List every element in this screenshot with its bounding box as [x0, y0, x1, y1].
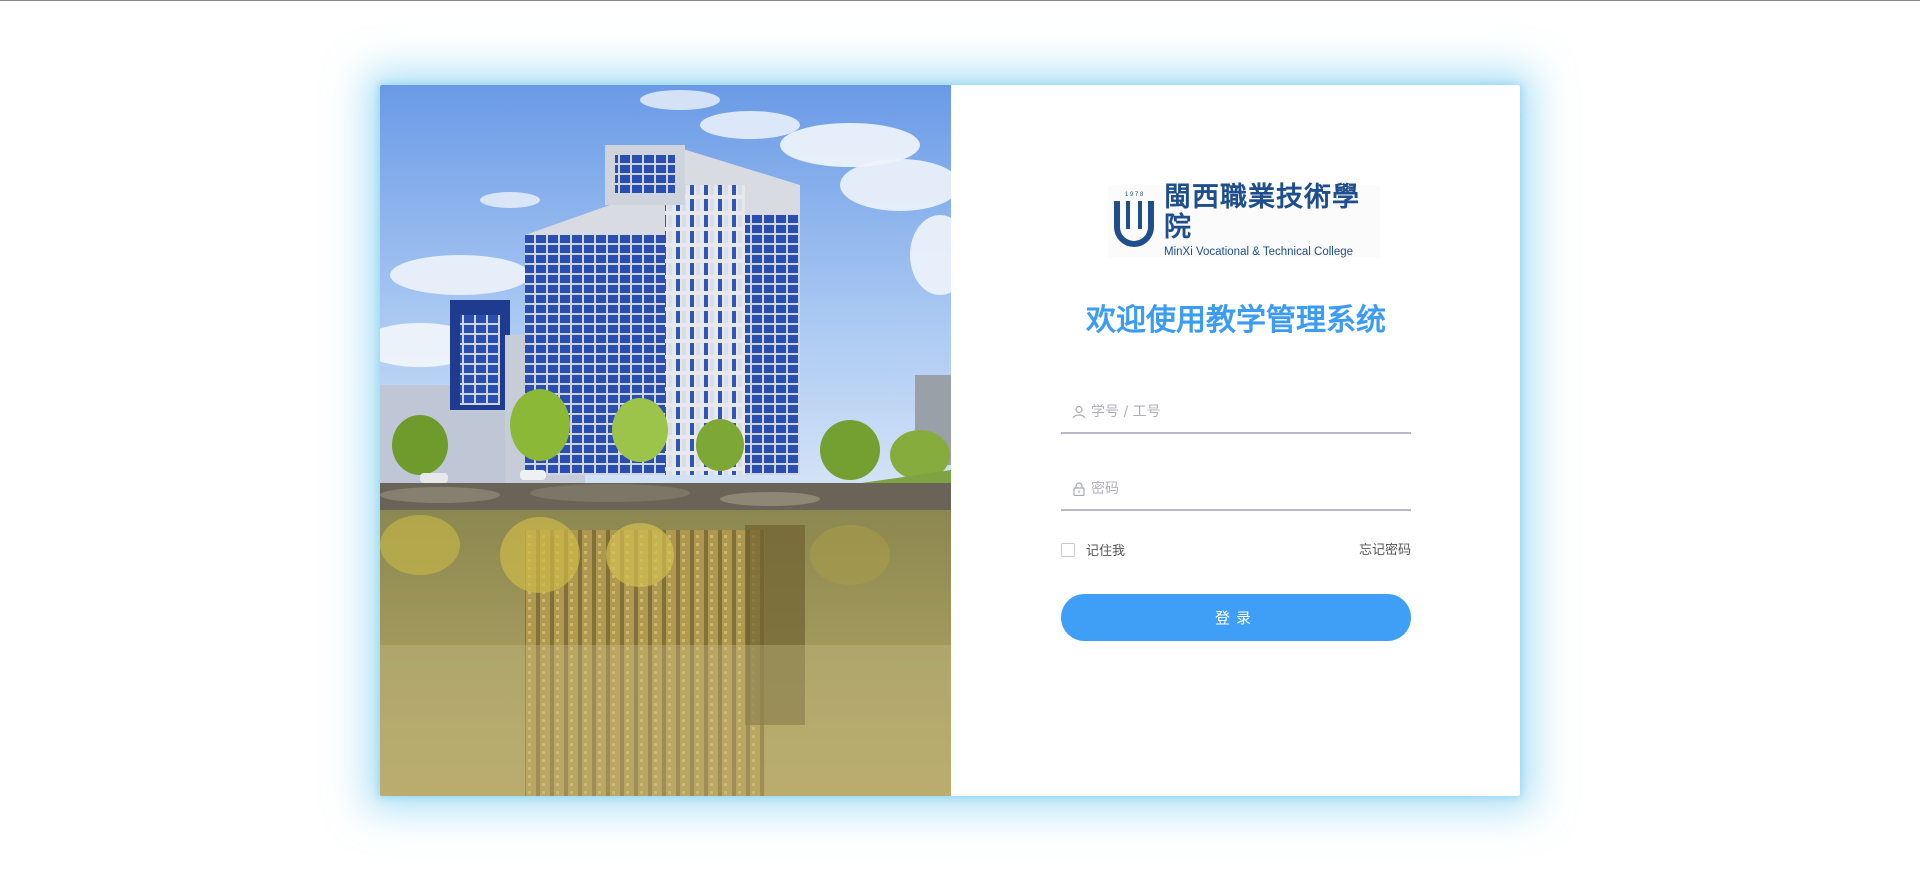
remember-me[interactable]: 记住我 [1061, 540, 1125, 559]
logo-name-cn: 閩西職業技術學院 [1164, 182, 1360, 243]
lock-icon [1070, 480, 1088, 498]
remember-label: 记住我 [1086, 544, 1126, 559]
password-field [1061, 469, 1411, 511]
remember-checkbox[interactable] [1061, 542, 1075, 557]
user-icon [1070, 403, 1088, 421]
logo-year: 1 9 7 8 [1125, 192, 1144, 198]
forgot-password-link[interactable]: 忘记密码 [1300, 539, 1411, 558]
college-emblem-icon: 1 9 7 8 [1108, 185, 1160, 257]
welcome-title: 欢迎使用教学管理系统 [1086, 303, 1386, 338]
username-input[interactable] [1091, 404, 1391, 420]
college-logo: 1 9 7 8 閩西職業技術學院 MinXi Vocational & Tech… [1108, 182, 1380, 258]
username-field [1061, 392, 1411, 434]
login-button[interactable]: 登录 [1061, 594, 1411, 641]
top-rule [0, 0, 1920, 1]
campus-photo [380, 85, 951, 796]
logo-name-en: MinXi Vocational & Technical College [1164, 246, 1354, 258]
password-input[interactable] [1091, 481, 1391, 497]
